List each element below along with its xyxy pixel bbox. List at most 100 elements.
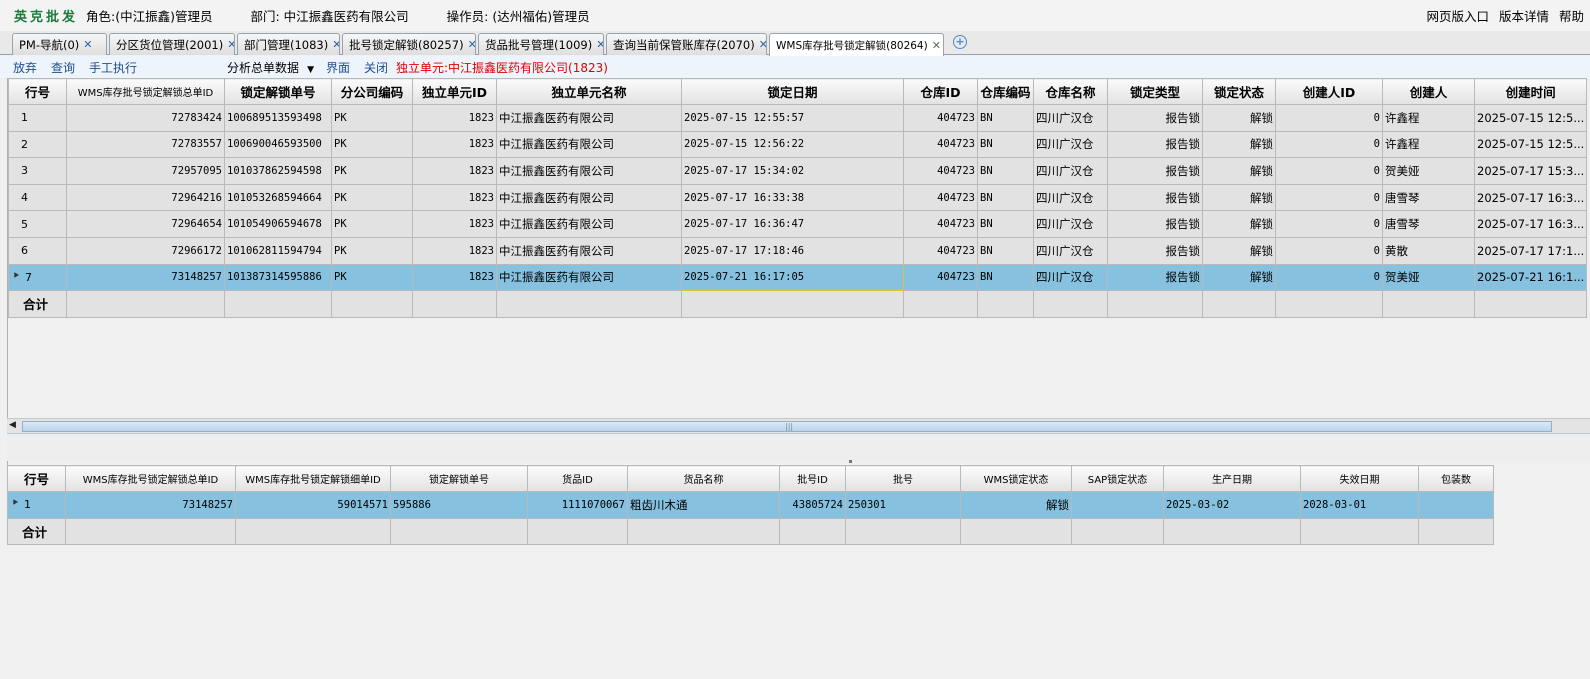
cell-master-id[interactable]: 72964654 <box>66 210 225 238</box>
close-icon[interactable]: ✕ <box>83 38 92 51</box>
col-header-expiry-date[interactable]: 失效日期 <box>1300 465 1419 492</box>
cell-unit-id[interactable]: 1823 <box>412 236 497 265</box>
cell-master-id[interactable]: 72966172 <box>66 236 225 265</box>
cell-warehouse-name[interactable]: 四川广汉仓 <box>1033 104 1108 132</box>
cell-creator-id[interactable]: 0 <box>1275 263 1383 292</box>
cell-warehouse-id[interactable]: 404723 <box>903 236 978 265</box>
cell-unit-name[interactable]: 中江振鑫医药有限公司 <box>496 130 682 159</box>
manual-exec-button[interactable]: 手工执行 <box>89 59 137 76</box>
cell-creator-id[interactable]: 0 <box>1275 130 1383 159</box>
col-header-wms-lock-status[interactable]: WMS锁定状态 <box>960 465 1072 492</box>
cell-row-number[interactable]: 3 <box>8 157 67 185</box>
version-info-link[interactable]: 版本详情 <box>1499 6 1549 25</box>
close-icon[interactable]: ✕ <box>932 39 941 52</box>
cell-batch-no[interactable]: 250301 <box>845 491 961 519</box>
analysis-dropdown[interactable]: 分析总单数据 ▼ <box>227 59 314 76</box>
cell-creator[interactable]: 贺美娅 <box>1382 157 1475 185</box>
cell-warehouse-code[interactable]: BN <box>977 263 1034 292</box>
cell-warehouse-id[interactable]: 404723 <box>903 183 978 212</box>
cell-create-time[interactable]: 2025-07-15 12:5... <box>1473 104 1588 132</box>
cell-warehouse-code[interactable]: BN <box>977 104 1034 132</box>
cell-lock-no[interactable]: 101054906594678 <box>224 210 332 238</box>
cell-lock-no[interactable]: 595886 <box>390 491 528 519</box>
cell-expiry-date[interactable]: 2028-03-01 <box>1300 491 1419 519</box>
cell-unit-name[interactable]: 中江振鑫医药有限公司 <box>496 210 682 238</box>
cell-detail-id[interactable]: 59014571 <box>235 491 391 519</box>
cell-row-number[interactable]: 4 <box>8 183 67 212</box>
tab-wms-batch-lock[interactable]: WMS库存批号锁定解锁(80264) ✕ <box>769 33 944 56</box>
cell-lock-status[interactable]: 解锁 <box>1202 157 1276 185</box>
horizontal-scrollbar[interactable]: ◀ ||| <box>7 418 1590 433</box>
cell-warehouse-code[interactable]: BN <box>977 130 1034 159</box>
cell-warehouse-id[interactable]: 404723 <box>903 263 978 292</box>
cell-unit-id[interactable]: 1823 <box>412 210 497 238</box>
table-row[interactable]: ⯈ 1 73148257 59014571 595886 1111070067 粗齿川木通 4… <box>7 491 1494 519</box>
cell-warehouse-name[interactable]: 四川广汉仓 <box>1033 183 1108 212</box>
col-header-lock-no[interactable]: 锁定解锁单号 <box>390 465 528 492</box>
tab-inventory-query[interactable]: 查询当前保管账库存(2070) ✕ <box>606 33 767 55</box>
table-row[interactable]: ⯈ 7 73148257 101387314595886 PK 1823 中江振鑫医药有限公… <box>8 263 1588 292</box>
cell-lock-date[interactable]: 2025-07-17 15:34:02 <box>681 157 904 185</box>
cell-row-number[interactable]: ⯈ 1 <box>7 491 66 519</box>
cell-branch-code[interactable]: PK <box>331 210 413 238</box>
cell-master-id[interactable]: 73148257 <box>65 491 236 519</box>
col-header-creator-id[interactable]: 创建人ID <box>1275 78 1383 105</box>
col-header-warehouse-name[interactable]: 仓库名称 <box>1033 78 1108 105</box>
cell-lock-type[interactable]: 报告锁 <box>1107 236 1203 265</box>
cell-goods-id[interactable]: 1111070067 <box>527 491 628 519</box>
col-header-lock-date[interactable]: 锁定日期 <box>681 78 904 105</box>
tab-pm-nav[interactable]: PM-导航(0) ✕ <box>12 33 107 55</box>
cell-warehouse-name[interactable]: 四川广汉仓 <box>1033 236 1108 265</box>
col-header-lock-no[interactable]: 锁定解锁单号 <box>224 78 332 105</box>
cell-lock-status[interactable]: 解锁 <box>1202 130 1276 159</box>
cell-unit-name[interactable]: 中江振鑫医药有限公司 <box>496 183 682 212</box>
col-header-production-date[interactable]: 生产日期 <box>1163 465 1301 492</box>
cell-lock-date[interactable]: 2025-07-21 16:17:05 <box>681 263 904 292</box>
cell-creator[interactable]: 许鑫程 <box>1382 130 1475 159</box>
cell-batch-id[interactable]: 43805724 <box>779 491 846 519</box>
cell-creator-id[interactable]: 0 <box>1275 157 1383 185</box>
query-button[interactable]: 查询 <box>51 59 75 76</box>
cell-lock-date[interactable]: 2025-07-15 12:55:57 <box>681 104 904 132</box>
cell-warehouse-id[interactable]: 404723 <box>903 104 978 132</box>
table-row[interactable]: 4 72964216 101053268594664 PK 1823 中江振鑫医药有限公司… <box>8 183 1588 212</box>
col-header-create-time[interactable]: 创建时间 <box>1473 78 1588 105</box>
tab-goods-batch[interactable]: 货品批号管理(1009) ✕ <box>478 33 604 55</box>
cell-branch-code[interactable]: PK <box>331 236 413 265</box>
cell-row-number[interactable]: 5 <box>8 210 67 238</box>
cell-lock-date[interactable]: 2025-07-15 12:56:22 <box>681 130 904 159</box>
cell-create-time[interactable]: 2025-07-17 15:3... <box>1473 157 1588 185</box>
cell-lock-no[interactable]: 101387314595886 <box>224 263 332 292</box>
cell-branch-code[interactable]: PK <box>331 157 413 185</box>
cell-master-id[interactable]: 72783557 <box>66 130 225 159</box>
cell-create-time[interactable]: 2025-07-15 12:5... <box>1473 130 1588 159</box>
tab-zone-location[interactable]: 分区货位管理(2001) ✕ <box>109 33 235 55</box>
tab-department[interactable]: 部门管理(1083) ✕ <box>237 33 340 55</box>
cell-row-number[interactable]: 6 <box>8 236 67 265</box>
cell-unit-id[interactable]: 1823 <box>412 104 497 132</box>
splitter-handle[interactable] <box>849 460 852 463</box>
cell-production-date[interactable]: 2025-03-02 <box>1163 491 1301 519</box>
cell-unit-id[interactable]: 1823 <box>412 263 497 292</box>
table-row[interactable]: 3 72957095 101037862594598 PK 1823 中江振鑫医药有限公司… <box>8 157 1588 185</box>
col-header-creator[interactable]: 创建人 <box>1382 78 1475 105</box>
cell-sap-lock-status[interactable] <box>1071 491 1164 519</box>
cell-creator[interactable]: 许鑫程 <box>1382 104 1475 132</box>
cell-lock-date[interactable]: 2025-07-17 16:36:47 <box>681 210 904 238</box>
add-tab-icon[interactable]: + <box>953 35 967 49</box>
cell-lock-type[interactable]: 报告锁 <box>1107 130 1203 159</box>
cell-create-time[interactable]: 2025-07-21 16:1... <box>1473 263 1588 292</box>
table-row[interactable]: 2 72783557 100690046593500 PK 1823 中江振鑫医药有限公司… <box>8 130 1588 159</box>
cell-warehouse-name[interactable]: 四川广汉仓 <box>1033 157 1108 185</box>
cell-lock-status[interactable]: 解锁 <box>1202 236 1276 265</box>
cell-lock-date[interactable]: 2025-07-17 16:33:38 <box>681 183 904 212</box>
cell-unit-id[interactable]: 1823 <box>412 130 497 159</box>
close-icon[interactable]: ✕ <box>759 38 766 51</box>
cell-creator-id[interactable]: 0 <box>1275 183 1383 212</box>
cell-lock-type[interactable]: 报告锁 <box>1107 157 1203 185</box>
cell-branch-code[interactable]: PK <box>331 183 413 212</box>
cell-lock-type[interactable]: 报告锁 <box>1107 183 1203 212</box>
close-button[interactable]: 关闭 <box>364 59 388 76</box>
pane-splitter[interactable] <box>7 433 1590 463</box>
table-row[interactable]: 5 72964654 101054906594678 PK 1823 中江振鑫医药有限公司… <box>8 210 1588 238</box>
